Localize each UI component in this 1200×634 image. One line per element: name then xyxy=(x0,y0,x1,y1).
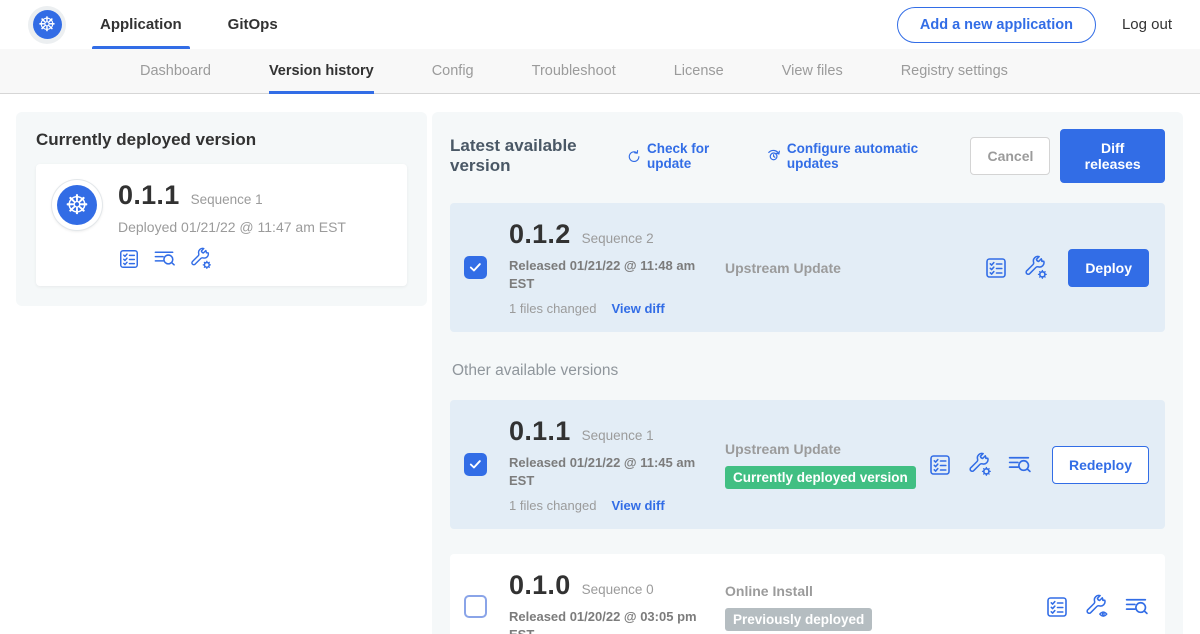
version-line: 0.1.2 Sequence 2 xyxy=(509,219,715,250)
sequence-label: Sequence 2 xyxy=(582,231,654,246)
diff-releases-button[interactable]: Diff releases xyxy=(1060,129,1165,183)
kubernetes-helm-icon: ☸ xyxy=(57,185,97,225)
sequence-label: Sequence 1 xyxy=(582,428,654,443)
version-row-0.1.0: 0.1.0 Sequence 0 Released 01/20/22 @ 03:… xyxy=(450,554,1165,634)
deployed-version-line: 0.1.1 Sequence 1 xyxy=(118,180,346,211)
latest-version-header: Latest available version Check for updat… xyxy=(450,129,1165,183)
checkmark-icon xyxy=(468,457,483,472)
top-nav-tabs: Application GitOps xyxy=(98,0,322,49)
subnav-license[interactable]: License xyxy=(674,49,724,93)
kubernetes-logo: ☸ xyxy=(28,6,66,44)
check-for-update-link[interactable]: Check for update xyxy=(627,141,740,171)
configure-automatic-updates-label: Configure automatic updates xyxy=(787,141,945,171)
tab-application[interactable]: Application xyxy=(98,0,184,49)
released-timestamp: Released 01/21/22 @ 11:48 am EST xyxy=(509,257,701,292)
version-info: 0.1.1 Sequence 1 Released 01/21/22 @ 11:… xyxy=(509,416,715,513)
currently-deployed-title: Currently deployed version xyxy=(36,130,407,150)
kubernetes-helm-icon: ☸ xyxy=(33,10,62,39)
top-navigation-bar: ☸ Application GitOps Add a new applicati… xyxy=(0,0,1200,49)
version-actions: Redeploy xyxy=(928,446,1149,484)
tab-gitops[interactable]: GitOps xyxy=(226,0,280,49)
subnav-view-files[interactable]: View files xyxy=(782,49,843,93)
source-label: Upstream Update xyxy=(725,441,928,457)
view-diff-link[interactable]: View diff xyxy=(611,301,664,316)
currently-deployed-badge: Currently deployed version xyxy=(725,466,916,489)
subnav-version-history[interactable]: Version history xyxy=(269,49,374,93)
cancel-button[interactable]: Cancel xyxy=(970,137,1050,175)
tab-application-label: Application xyxy=(100,16,182,33)
redeploy-button[interactable]: Redeploy xyxy=(1052,446,1149,484)
checklist-icon[interactable] xyxy=(928,453,952,477)
released-timestamp: Released 01/20/22 @ 03:05 pm EST xyxy=(509,608,701,634)
checklist-icon[interactable] xyxy=(984,256,1008,280)
version-info: 0.1.2 Sequence 2 Released 01/21/22 @ 11:… xyxy=(509,219,715,316)
version-actions: Deploy xyxy=(984,249,1149,287)
currently-deployed-panel: Currently deployed version ☸ 0.1.1 Seque… xyxy=(16,112,427,306)
subnav-troubleshoot[interactable]: Troubleshoot xyxy=(532,49,616,93)
configure-automatic-updates-link[interactable]: Configure automatic updates xyxy=(766,141,945,171)
add-new-application-button[interactable]: Add a new application xyxy=(897,7,1096,43)
version-history-panel: Latest available version Check for updat… xyxy=(432,112,1183,634)
version-source: Upstream Update Currently deployed versi… xyxy=(715,441,928,489)
subnav-dashboard[interactable]: Dashboard xyxy=(140,49,211,93)
other-available-versions-heading: Other available versions xyxy=(452,362,1165,380)
version-checkbox[interactable] xyxy=(464,256,487,279)
version-checkbox[interactable] xyxy=(464,595,487,618)
subnav-config[interactable]: Config xyxy=(432,49,474,93)
deploy-button[interactable]: Deploy xyxy=(1068,249,1149,287)
deployed-version-number: 0.1.1 xyxy=(118,180,180,211)
checklist-icon[interactable] xyxy=(118,248,140,270)
version-actions xyxy=(1045,594,1149,619)
tab-gitops-label: GitOps xyxy=(228,16,278,33)
view-diff-link[interactable]: View diff xyxy=(611,498,664,513)
version-number: 0.1.2 xyxy=(509,219,571,250)
logout-link[interactable]: Log out xyxy=(1122,16,1172,33)
files-changed-line: 1 files changed View diff xyxy=(509,301,715,316)
version-info: 0.1.0 Sequence 0 Released 01/20/22 @ 03:… xyxy=(509,570,715,634)
main-content: Currently deployed version ☸ 0.1.1 Seque… xyxy=(0,94,1200,634)
application-sub-navigation: Dashboard Version history Config Trouble… xyxy=(0,49,1200,94)
sequence-label: Sequence 0 xyxy=(582,582,654,597)
wrench-gear-icon[interactable] xyxy=(967,452,992,477)
checklist-icon[interactable] xyxy=(1045,595,1069,619)
version-number: 0.1.1 xyxy=(509,416,571,447)
deployed-version-card: ☸ 0.1.1 Sequence 1 Deployed 01/21/22 @ 1… xyxy=(36,164,407,286)
logs-magnifier-icon[interactable] xyxy=(153,247,176,270)
files-changed-line: 1 files changed View diff xyxy=(509,498,715,513)
version-row-0.1.2: 0.1.2 Sequence 2 Released 01/21/22 @ 11:… xyxy=(450,203,1165,332)
latest-available-version-title: Latest available version xyxy=(450,136,613,176)
version-number: 0.1.0 xyxy=(509,570,571,601)
released-timestamp: Released 01/21/22 @ 11:45 am EST xyxy=(509,454,701,489)
files-changed-label: 1 files changed xyxy=(509,498,596,513)
version-source: Online Install Previously deployed xyxy=(715,583,1045,631)
version-row-0.1.1: 0.1.1 Sequence 1 Released 01/21/22 @ 11:… xyxy=(450,400,1165,529)
deployed-timestamp: Deployed 01/21/22 @ 11:47 am EST xyxy=(118,219,346,235)
version-line: 0.1.0 Sequence 0 xyxy=(509,570,715,601)
app-logo: ☸ xyxy=(52,180,102,230)
version-line: 0.1.1 Sequence 1 xyxy=(509,416,715,447)
deployed-action-icons xyxy=(118,247,346,270)
wrench-gear-icon[interactable] xyxy=(1023,255,1048,280)
source-label: Online Install xyxy=(725,583,1045,599)
source-label: Upstream Update xyxy=(725,260,984,276)
logs-magnifier-icon[interactable] xyxy=(1007,452,1032,477)
check-for-update-label: Check for update xyxy=(647,141,740,171)
clock-refresh-icon xyxy=(766,147,781,165)
files-changed-label: 1 files changed xyxy=(509,301,596,316)
previously-deployed-badge: Previously deployed xyxy=(725,608,872,631)
subnav-registry-settings[interactable]: Registry settings xyxy=(901,49,1008,93)
wrench-eye-icon[interactable] xyxy=(1084,594,1109,619)
wrench-gear-icon[interactable] xyxy=(189,247,212,270)
version-checkbox[interactable] xyxy=(464,453,487,476)
deployed-version-info: 0.1.1 Sequence 1 Deployed 01/21/22 @ 11:… xyxy=(118,180,346,270)
version-source: Upstream Update xyxy=(715,260,984,276)
refresh-icon xyxy=(627,148,641,165)
logs-magnifier-icon[interactable] xyxy=(1124,594,1149,619)
deployed-sequence-label: Sequence 1 xyxy=(191,192,263,207)
checkmark-icon xyxy=(468,260,483,275)
